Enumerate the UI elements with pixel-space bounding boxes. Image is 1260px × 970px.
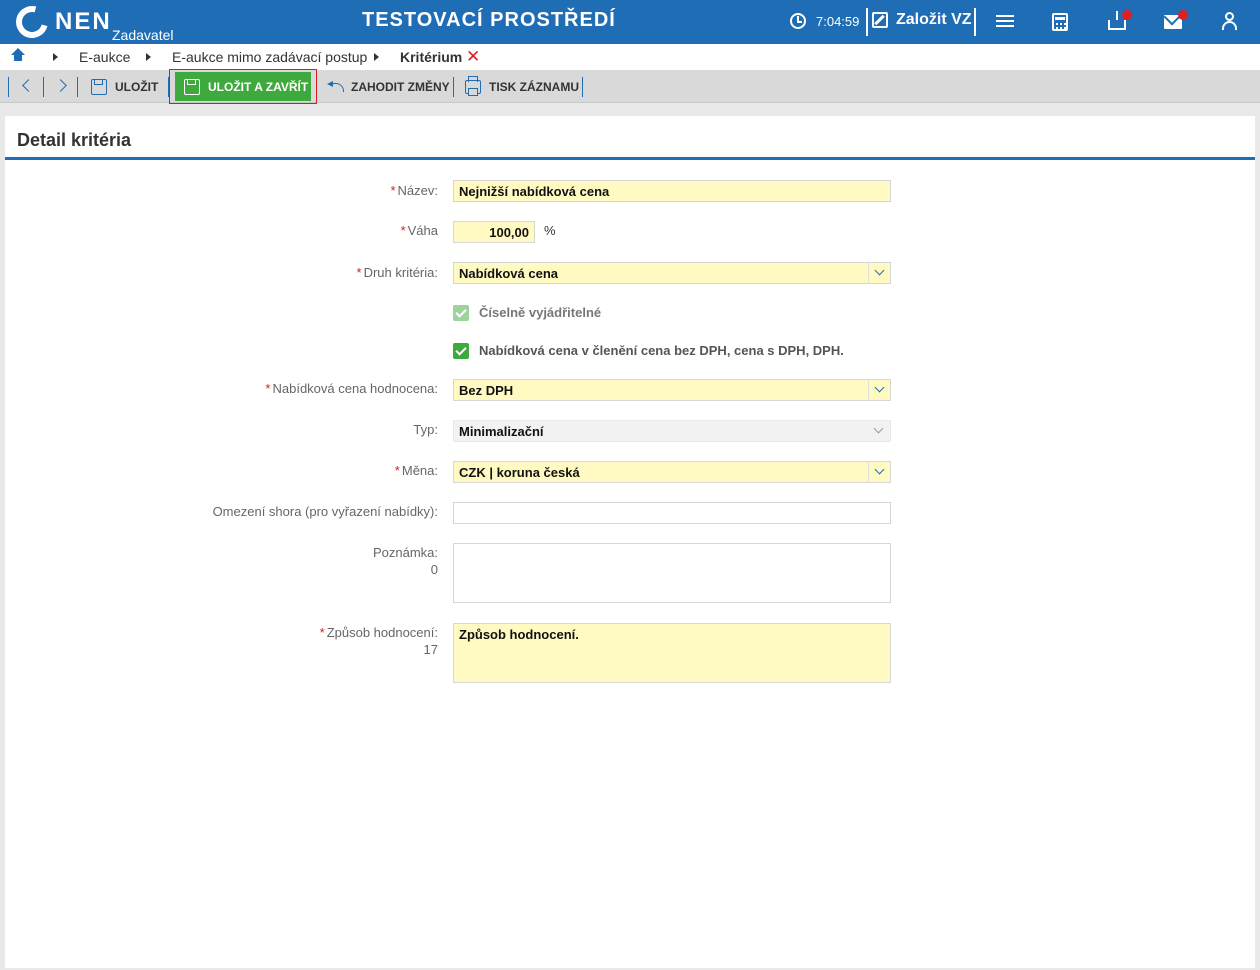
toolbar-divider — [582, 77, 583, 97]
numeric-expressible-label: Číselně vyjádřitelné — [479, 305, 602, 320]
weight-label: * Váha — [400, 223, 438, 238]
note-textarea[interactable] — [453, 543, 891, 603]
evaluation-method-textarea[interactable]: Způsob hodnocení. — [453, 623, 891, 683]
menu-icon[interactable] — [996, 12, 1016, 32]
logo-text[interactable]: NEN — [55, 8, 112, 36]
criterion-type-select[interactable]: Nabídková cena — [453, 262, 891, 284]
breadcrumb-item[interactable]: E-aukce — [79, 49, 130, 65]
required-mark: * — [319, 625, 325, 640]
edit-icon — [872, 12, 888, 28]
divider — [866, 8, 868, 36]
print-record-button[interactable]: TISK ZÁZNAMU — [465, 70, 579, 103]
evaluation-method-char-count: 17 — [423, 642, 438, 657]
create-tender-label: Založit VZ — [896, 11, 972, 28]
criterion-type-value: Nabídková cena — [459, 266, 558, 281]
environment-title: TESTOVACÍ PROSTŘEDÍ — [362, 9, 616, 31]
previous-icon[interactable] — [22, 79, 35, 92]
divider — [974, 8, 976, 36]
print-icon — [465, 75, 481, 96]
name-input[interactable] — [453, 180, 891, 202]
required-mark: * — [400, 223, 406, 238]
chevron-down-icon — [868, 421, 890, 441]
panel-title: Detail kritéria — [17, 130, 132, 150]
undo-icon — [327, 81, 344, 93]
title-underline — [5, 157, 1255, 160]
save-and-close-label: ULOŽIT A ZAVŘÍT — [208, 79, 309, 94]
print-label: TISK ZÁZNAMU — [489, 79, 579, 94]
currency-value: CZK | koruna česká — [459, 465, 580, 480]
price-breakdown-checkbox[interactable] — [453, 343, 469, 359]
chevron-down-icon[interactable] — [868, 380, 890, 400]
evaluated-price-select[interactable]: Bez DPH — [453, 379, 891, 401]
currency-select[interactable]: CZK | koruna česká — [453, 461, 891, 483]
upper-limit-label: Omezení shora (pro vyřazení nabídky): — [212, 504, 438, 519]
breadcrumb-separator-icon — [146, 53, 151, 61]
mail-notification-dot — [1178, 10, 1188, 20]
save-button[interactable]: ULOŽIT — [91, 70, 158, 103]
required-mark: * — [394, 463, 400, 478]
required-mark: * — [265, 381, 271, 396]
toolbar-divider — [8, 77, 9, 97]
upper-limit-input[interactable] — [453, 502, 891, 524]
breadcrumb-item[interactable]: E-aukce mimo zadávací postup — [172, 49, 367, 65]
home-icon[interactable] — [11, 48, 25, 63]
inbox-icon[interactable] — [1108, 11, 1126, 30]
note-char-count: 0 — [430, 562, 438, 577]
toolbar-divider — [43, 77, 44, 97]
evaluated-price-label: * Nabídková cena hodnocena: — [265, 381, 438, 396]
user-icon[interactable] — [1221, 12, 1241, 32]
nen-logo-icon[interactable] — [10, 0, 54, 44]
required-mark: * — [390, 183, 396, 198]
evaluation-method-label: * Způsob hodnocení: 17 — [319, 625, 438, 657]
breadcrumb-current: Kritérium — [400, 49, 463, 65]
discard-changes-button[interactable]: ZAHODIT ZMĚNY — [327, 70, 450, 103]
breadcrumb-separator-icon — [374, 53, 379, 61]
discard-label: ZAHODIT ZMĚNY — [351, 79, 450, 94]
logo-subtitle: Zadavatel — [112, 27, 174, 43]
required-mark: * — [356, 265, 362, 280]
toolbar-divider — [453, 77, 454, 97]
save-icon — [184, 78, 200, 95]
inbox-notification-dot — [1122, 10, 1132, 20]
note-label: Poznámka: 0 — [372, 545, 438, 577]
clock-time: 7:04:59 — [816, 13, 860, 29]
create-tender-button[interactable]: Založit VZ — [872, 11, 972, 29]
session-clock: 7:04:59 — [790, 13, 859, 29]
chevron-down-icon[interactable] — [868, 263, 890, 283]
save-label: ULOŽIT — [115, 79, 159, 94]
breadcrumb-separator-icon — [53, 53, 58, 61]
top-bar: NEN Zadavatel TESTOVACÍ PROSTŘEDÍ 7:04:5… — [0, 0, 1260, 44]
next-icon[interactable] — [54, 79, 67, 92]
chevron-down-icon[interactable] — [868, 462, 890, 482]
calculator-icon[interactable] — [1052, 13, 1068, 31]
criterion-type-label: * Druh kritéria: — [356, 265, 438, 280]
price-breakdown-label: Nabídková cena v členění cena bez DPH, c… — [479, 343, 844, 358]
criterion-detail-panel: Detail kritéria *Název: *Váha % *Druh kr… — [5, 116, 1255, 968]
type-value: Minimalizační — [459, 424, 544, 439]
currency-label: * Měna: — [394, 463, 438, 478]
breadcrumb: E-aukce E-aukce mimo zadávací postup Kri… — [0, 44, 1260, 70]
weight-input[interactable] — [453, 221, 535, 243]
close-icon[interactable]: ✕ — [466, 47, 480, 67]
weight-unit: % — [544, 223, 556, 238]
type-select: Minimalizační — [453, 420, 891, 442]
save-and-close-button[interactable]: ULOŽIT A ZAVŘÍT — [175, 72, 311, 101]
clock-icon — [790, 13, 806, 29]
type-label: Typ: — [413, 422, 438, 437]
toolbar-divider — [77, 77, 78, 97]
save-icon — [91, 78, 107, 95]
name-label: * Název: — [390, 183, 438, 198]
evaluated-price-value: Bez DPH — [459, 383, 514, 398]
numeric-expressible-checkbox[interactable] — [453, 305, 469, 321]
